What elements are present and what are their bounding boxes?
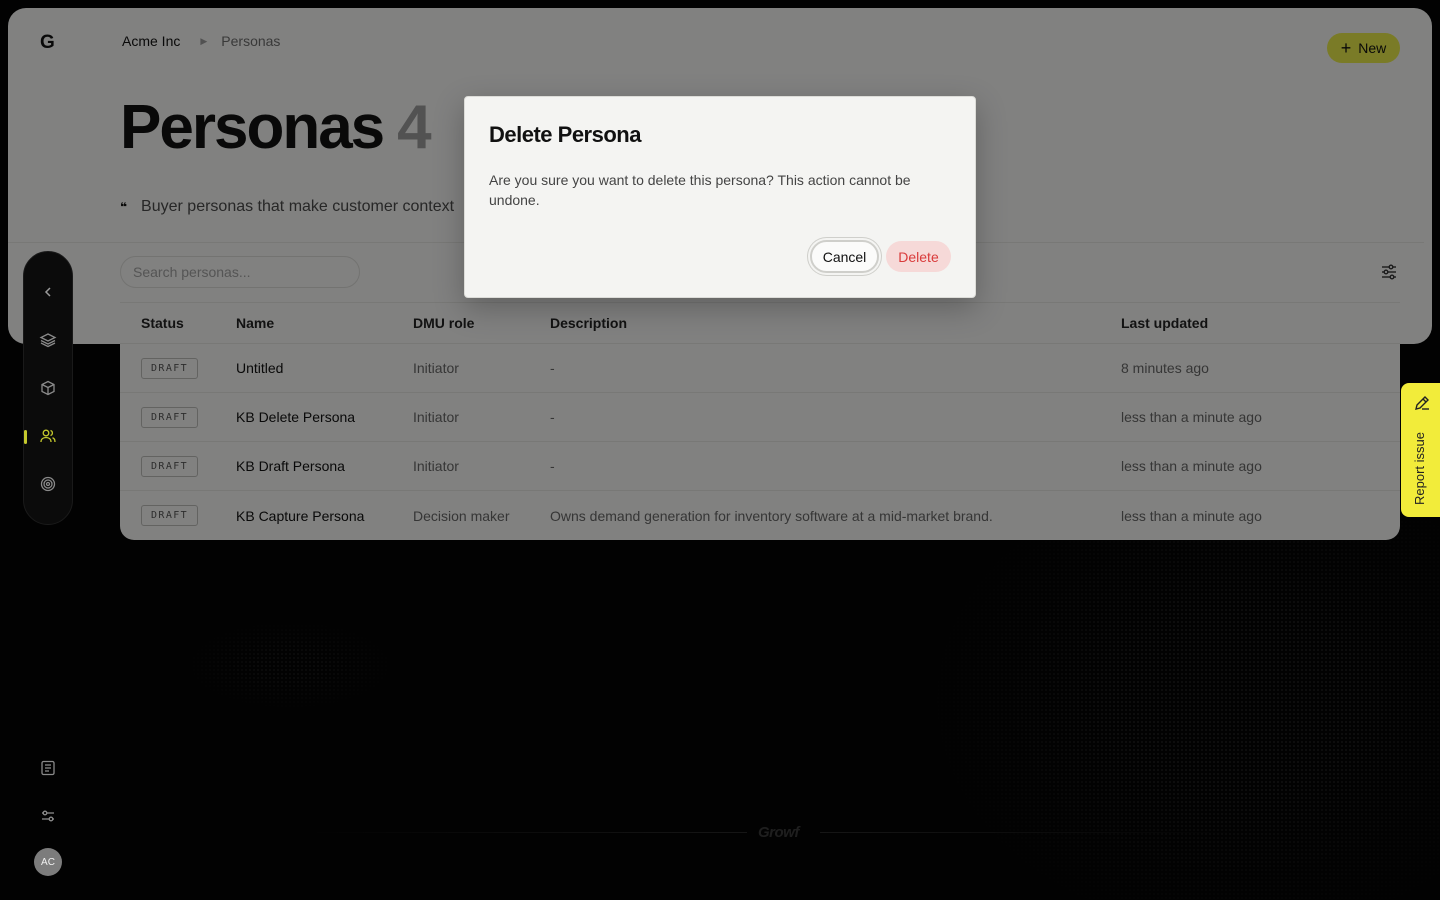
active-indicator [24, 430, 27, 444]
document-icon[interactable] [39, 759, 57, 777]
pencil-icon [1413, 394, 1431, 412]
layers-icon[interactable] [39, 331, 57, 349]
delete-button[interactable]: Delete [886, 241, 951, 272]
dialog-message: Are you sure you want to delete this per… [489, 172, 911, 208]
report-issue-label: Report issue [1412, 432, 1427, 505]
collapse-chevron-icon[interactable] [39, 283, 57, 301]
cancel-button[interactable]: Cancel [810, 240, 879, 273]
cube-icon[interactable] [39, 379, 57, 397]
settings-sliders-icon[interactable] [39, 807, 57, 825]
avatar[interactable]: AC [34, 848, 62, 876]
target-icon[interactable] [39, 475, 57, 493]
dialog-title: Delete Persona [489, 122, 641, 147]
nav-rail [23, 251, 73, 525]
users-icon[interactable] [39, 427, 57, 445]
